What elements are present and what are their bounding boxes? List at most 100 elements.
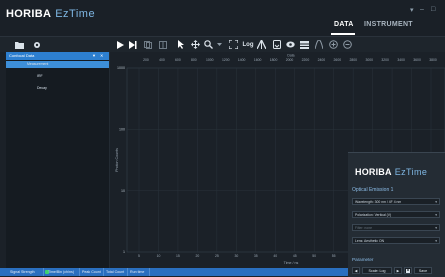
status-run-time: Run time: [128, 268, 150, 276]
prev-button[interactable]: ◀: [352, 267, 360, 274]
play-icon[interactable]: [115, 37, 125, 52]
pointer-icon[interactable]: [176, 37, 186, 52]
field-value: Wavelength: 300 nm / 4F 4 nm: [355, 200, 402, 204]
top-tick-label: 3000: [365, 58, 373, 62]
data-tree-panel: Confocal Data ▼ ✕ Measurement IRF Decay: [6, 52, 110, 268]
top-tick-label: 2600: [334, 58, 342, 62]
wavelength-select[interactable]: Wavelength: 300 nm / 4F 4 nm ▾: [352, 198, 440, 205]
field-value: Lens: Aesthetic ON: [355, 239, 385, 243]
tree-item-label: Measurement: [27, 62, 49, 66]
close-icon[interactable]: ✕: [100, 52, 103, 60]
top-tick-label: 3600: [413, 58, 421, 62]
lens-select[interactable]: Lens: Aesthetic ON ▾: [352, 237, 440, 244]
top-tick-label: 200: [143, 58, 149, 62]
copy-icon[interactable]: [143, 37, 153, 52]
x-tick-label: 35: [254, 254, 258, 258]
x-axis-label: Time / ns: [284, 261, 299, 265]
section-title: Optical Emission 1: [352, 187, 394, 193]
y-tick-label: 100: [119, 128, 125, 132]
zoom-icon[interactable]: [203, 37, 213, 52]
x-tick-label: 10: [157, 254, 161, 258]
grid-icon[interactable]: [158, 37, 168, 52]
x-tick-label: 15: [176, 254, 180, 258]
polarization-select[interactable]: Polarization: Vertical (V) ▾: [352, 211, 440, 218]
x-tick-label: 40: [273, 254, 277, 258]
parameter-controls: ◀ Scale: Log ▶ Save: [352, 267, 441, 274]
chevron-down-icon: ▾: [435, 239, 437, 243]
panel-brand-horiba: HORIBA: [355, 167, 392, 177]
scale-select[interactable]: Scale: Log: [362, 267, 392, 274]
panel-header: Confocal Data ▼ ✕: [6, 52, 109, 60]
tree-item-decay[interactable]: Decay: [37, 86, 47, 90]
top-tick-label: 400: [159, 58, 165, 62]
parameter-title: Parameter: [352, 257, 374, 262]
top-tick-label: 2200: [302, 58, 310, 62]
status-peak-count: Peak Count: [80, 268, 104, 276]
top-tick-label: 1200: [222, 58, 230, 62]
chevron-down-icon: ▾: [435, 213, 437, 217]
x-tick-label: 30: [234, 254, 238, 258]
table-icon[interactable]: [299, 37, 309, 52]
active-tab-indicator: [331, 33, 355, 35]
status-label: Signal Strength: [10, 270, 35, 274]
y-tick-label: 1000: [117, 66, 125, 70]
top-tick-label: 1800: [270, 58, 278, 62]
log-icon[interactable]: Log: [241, 37, 255, 52]
status-time-bin: Time/Bin (ch/ns): [46, 268, 80, 276]
export-icon[interactable]: [272, 37, 282, 52]
pin-icon[interactable]: ▼: [92, 52, 96, 60]
y-tick-label: 10: [121, 189, 125, 193]
top-tick-label: 3400: [397, 58, 405, 62]
tree-item-irf[interactable]: IRF: [37, 74, 43, 78]
status-total-count: Total Count: [104, 268, 128, 276]
filter-select[interactable]: Filter: none ▾: [352, 224, 440, 231]
minimize-icon[interactable]: –: [420, 6, 424, 13]
view-icon[interactable]: [285, 37, 295, 52]
log-label: Log: [242, 41, 254, 48]
tab-instrument[interactable]: INSTRUMENT: [364, 21, 413, 28]
top-tick-label: 1600: [254, 58, 262, 62]
top-tick-label: 600: [175, 58, 181, 62]
zoom-in-icon[interactable]: [328, 37, 338, 52]
peak-icon[interactable]: [256, 37, 266, 52]
toolbar: Log: [0, 37, 445, 52]
window-menu-icon[interactable]: ▾: [410, 6, 414, 14]
top-tick-label: 2800: [350, 58, 358, 62]
brand-horiba: HORIBA: [6, 8, 52, 20]
panel-brand-eztime: EzTime: [394, 167, 428, 177]
maximize-icon[interactable]: □: [431, 6, 435, 13]
x-tick-label: 5: [138, 254, 140, 258]
top-tick-label: 2400: [318, 58, 326, 62]
next-button[interactable]: ▶: [394, 267, 402, 274]
y-axis-label: Photon Counts: [115, 148, 119, 172]
y-tick-label: 1: [123, 250, 125, 254]
save-icon[interactable]: [404, 267, 412, 274]
x-tick-label: 50: [312, 254, 316, 258]
x-tick-label: 45: [293, 254, 297, 258]
top-tick-label: 1000: [206, 58, 214, 62]
top-axis-label: Data: [287, 54, 294, 58]
chevron-down-icon: ▾: [435, 200, 437, 204]
top-tick-label: 2000: [286, 58, 294, 62]
fit-curve-icon[interactable]: [314, 37, 324, 52]
field-value: Polarization: Vertical (V): [355, 213, 392, 217]
top-tick-label: 3200: [381, 58, 389, 62]
field-value: Filter: none: [355, 226, 372, 230]
top-tick-label: 3800: [429, 58, 437, 62]
tree-item-measurement[interactable]: Measurement: [6, 61, 109, 68]
brand-eztime: EzTime: [55, 8, 96, 20]
move-icon[interactable]: [190, 37, 200, 52]
run-step-icon[interactable]: [128, 37, 138, 52]
title-bar: HORIBA EzTime DATA INSTRUMENT ▾ – □: [0, 0, 445, 37]
panel-logo: HORIBA EzTime: [355, 167, 427, 177]
folder-open-icon[interactable]: [14, 37, 24, 52]
zoom-menu-icon[interactable]: [214, 37, 224, 52]
tab-data[interactable]: DATA: [334, 21, 354, 28]
settings-icon[interactable]: [32, 37, 42, 52]
zoom-out-icon[interactable]: [342, 37, 352, 52]
save-button[interactable]: Save: [414, 267, 432, 274]
panel-title: Confocal Data: [9, 53, 35, 58]
x-tick-label: 20: [196, 254, 200, 258]
top-tick-label: 1400: [238, 58, 246, 62]
fit-icon[interactable]: [228, 37, 238, 52]
